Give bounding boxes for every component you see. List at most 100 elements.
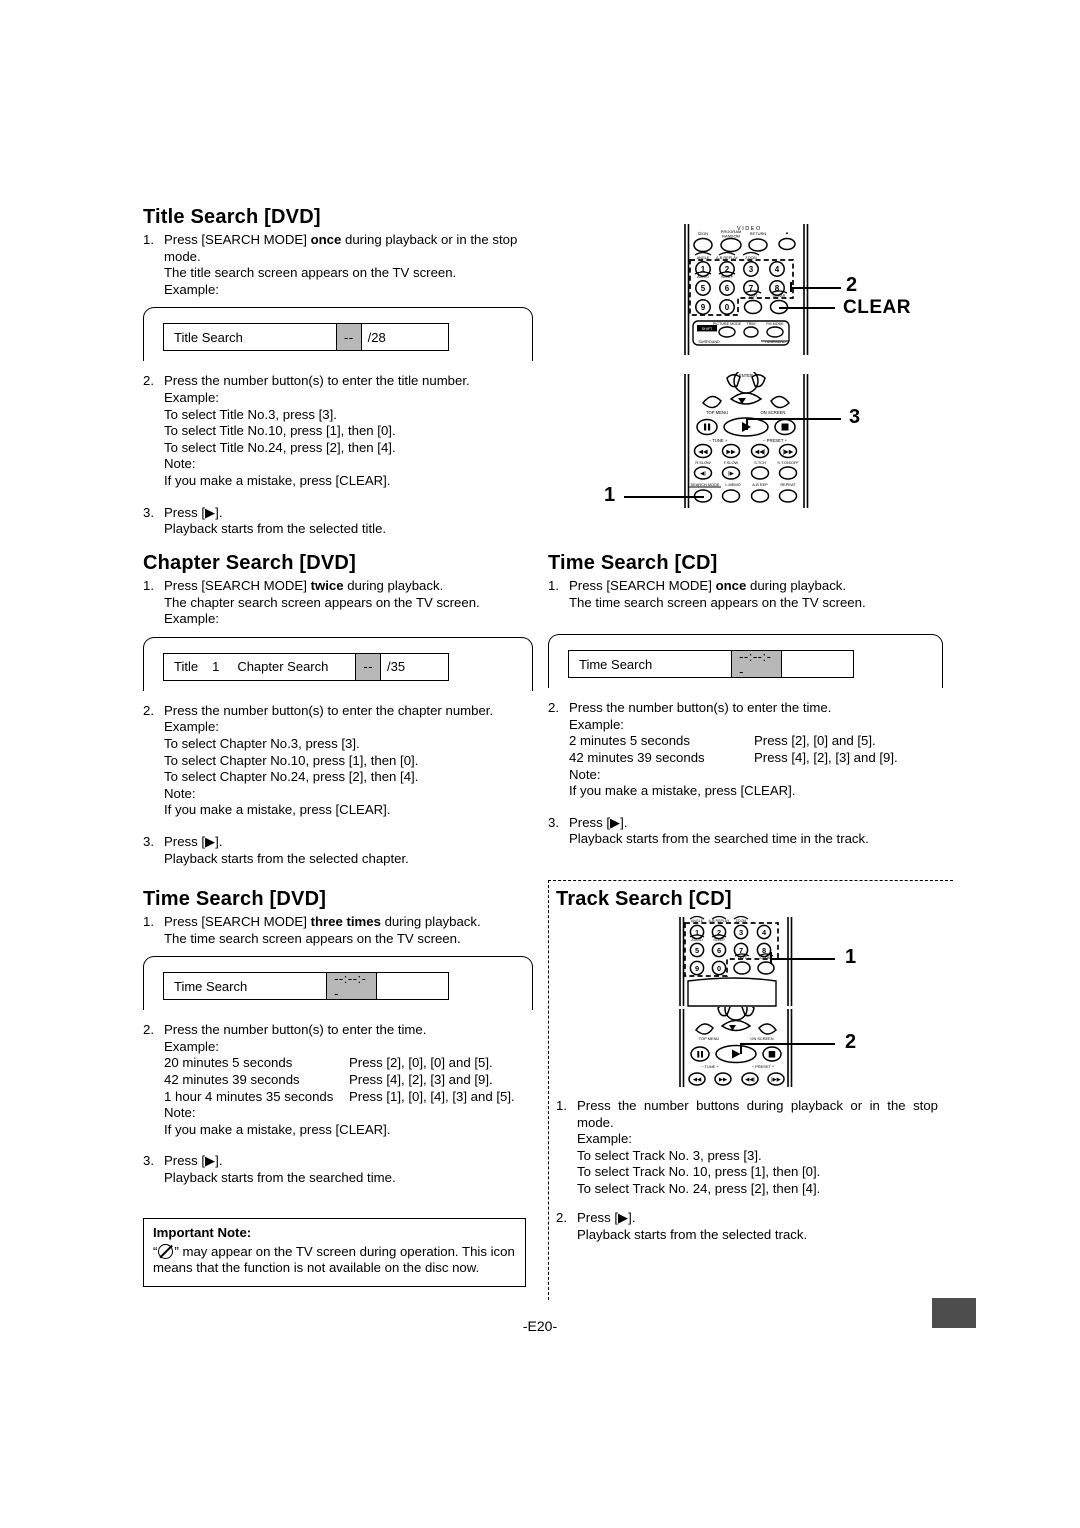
step-2: 2. Press the number button(s) to enter t… (548, 700, 943, 800)
example-row: 20 minutes 5 seconds Press [2], [0], [0]… (164, 1055, 533, 1072)
svg-text:◀◀|: ◀◀| (755, 450, 766, 456)
prohibition-icon (158, 1243, 174, 1259)
svg-text:ON SCREEN: ON SCREEN (761, 410, 786, 415)
svg-text:− TUNE +: − TUNE + (709, 438, 728, 443)
step-number: 2. (556, 1210, 567, 1225)
osd-label: Title Search (174, 329, 243, 345)
svg-text:SURROUND: SURROUND (698, 340, 720, 344)
svg-text:9: 9 (701, 303, 706, 312)
step-line: Note: (164, 456, 196, 472)
osd-title-label: Title (174, 659, 199, 675)
svg-text:L.MEMO: L.MEMO (725, 482, 740, 487)
section-chapter-search-dvd: Chapter Search [DVD] 1. Press [SEARCH MO… (143, 552, 533, 867)
callout-3: 3 (849, 406, 861, 428)
svg-text:▶▶: ▶▶ (719, 1077, 727, 1083)
svg-text:9: 9 (695, 964, 699, 973)
callout-line-3 (748, 418, 841, 420)
step-number: 1. (143, 578, 154, 593)
page-number: -E20- (522, 1318, 558, 1334)
osd-label: Time Search (579, 656, 653, 672)
svg-text:AUDIO: AUDIO (697, 275, 709, 279)
svg-text:|▶▶: |▶▶ (771, 1077, 781, 1083)
svg-text:RANDOM: RANDOM (722, 234, 740, 239)
quote-open: “ (153, 1243, 158, 1259)
svg-text:RETURN: RETURN (750, 231, 767, 236)
step-2: 2. Press the number button(s) to enter t… (143, 373, 533, 489)
svg-text:⏻/ON: ⏻/ON (698, 231, 708, 236)
example-action: Press [4], [2], [3] and [9]. (754, 749, 898, 765)
step-body: Press [▶]. Playback starts from the sele… (164, 505, 533, 538)
callout-line-clear (779, 307, 835, 309)
svg-text:AUDIO: AUDIO (691, 938, 703, 942)
svg-text:4: 4 (762, 928, 767, 937)
svg-text:A-B REPLAY: A-B REPLAY (709, 919, 731, 923)
svg-text:SHIFT: SHIFT (702, 327, 713, 331)
step-line: The chapter search screen appears on the… (164, 594, 480, 610)
step-line: Press [SEARCH MODE] twice during playbac… (164, 578, 444, 593)
step-1: 1. Press [SEARCH MODE] twice during play… (143, 578, 533, 628)
example-action: Press [2], [0], [0] and [5]. (349, 1055, 493, 1071)
osd-pad (411, 654, 448, 680)
osd-bar: Title Search -- /28 (163, 323, 449, 352)
svg-text:6: 6 (717, 946, 721, 955)
track-callout-1: 1 (845, 946, 857, 968)
step-2: 2. Press the number button(s) to enter t… (143, 1022, 533, 1138)
step-line: Press [▶]. (164, 833, 223, 849)
step-body: Press [▶]. Playback starts from the sear… (164, 1153, 533, 1186)
svg-text:0: 0 (717, 964, 721, 973)
osd-pad (377, 973, 448, 999)
callout-tick-3 (746, 418, 748, 430)
svg-text:◀◀: ◀◀ (693, 1077, 701, 1083)
step-1: 1. Press [SEARCH MODE] once during playb… (548, 578, 943, 611)
example-description: 42 minutes 39 seconds (569, 749, 705, 765)
step-line: Press [▶]. (164, 504, 223, 520)
svg-text:▲: ▲ (785, 230, 789, 235)
svg-text:CLEAR: CLEAR (773, 294, 786, 298)
step-line: To select Chapter No.10, press [1], then… (164, 752, 419, 768)
section-time-search-cd: Time Search [CD] 1. Press [SEARCH MODE] … (548, 552, 943, 848)
osd-pad (392, 324, 448, 350)
emphasis-word: once (715, 578, 747, 593)
step-line: The title search screen appears on the T… (164, 265, 457, 281)
svg-text:3: 3 (739, 928, 743, 937)
remote-figure-top-transport: ENTER TOP MENU ON SCREEN − TUNE + − PRES… (675, 372, 820, 510)
emphasis-word: once (310, 232, 342, 247)
svg-text:SLEEP: SLEEP (713, 938, 725, 942)
svg-text:PICTURE MODE: PICTURE MODE (713, 322, 742, 326)
callout-clear: CLEAR (843, 297, 911, 318)
tv-screen-time-search-dvd: Time Search --:--:-- (143, 956, 533, 1011)
step-3: 3. Press [▶]. Playback starts from the s… (143, 1153, 533, 1186)
step-body: Press [SEARCH MODE] three times during p… (164, 914, 533, 947)
step-line: Example: (164, 281, 219, 297)
step-line: Press the number buttons during playback… (577, 1098, 938, 1113)
svg-text:◀◀: ◀◀ (698, 450, 708, 456)
step-body: Press the number button(s) to enter the … (164, 1022, 533, 1138)
svg-text:0: 0 (725, 303, 730, 312)
track-callout-tick-1 (770, 952, 772, 964)
step-number: 2. (143, 373, 154, 389)
step-line: Playback starts from the selected track. (577, 1226, 808, 1242)
emphasis-word: three times (310, 914, 381, 929)
important-note-title: Important Note: (153, 1225, 252, 1240)
callout-2: 2 (846, 274, 858, 296)
osd-label: Chapter Search (237, 659, 329, 675)
step-number: 1. (556, 1098, 567, 1113)
step-line: To select Title No.3, press [3]. (164, 406, 337, 422)
svg-text:◀◀|: ◀◀| (745, 1077, 755, 1083)
example-row: 42 minutes 39 seconds Press [4], [2], [3… (569, 750, 943, 767)
step-line: Note: (164, 785, 196, 801)
svg-text:ANGLE: ANGLE (697, 256, 710, 260)
step-line: Playback starts from the searched time. (164, 1169, 396, 1185)
svg-text:REPEAT: REPEAT (780, 482, 796, 487)
svg-text:3: 3 (749, 265, 754, 274)
step-number: 3. (143, 504, 154, 520)
step-line: If you make a mistake, press [CLEAR]. (164, 472, 391, 488)
section-track-search-cd: Track Search [CD] (556, 888, 946, 914)
step-body: Press the number buttons during playback… (577, 1098, 938, 1198)
step-line: Press [SEARCH MODE] once during playback… (569, 578, 847, 593)
osd-value: -- (336, 324, 362, 351)
step-line: To select Track No. 3, press [3]. (577, 1147, 762, 1163)
step-body: Press [SEARCH MODE] once during playback… (164, 232, 533, 298)
svg-text:TEXT: TEXT (748, 294, 758, 298)
callout-line-2 (792, 287, 841, 289)
